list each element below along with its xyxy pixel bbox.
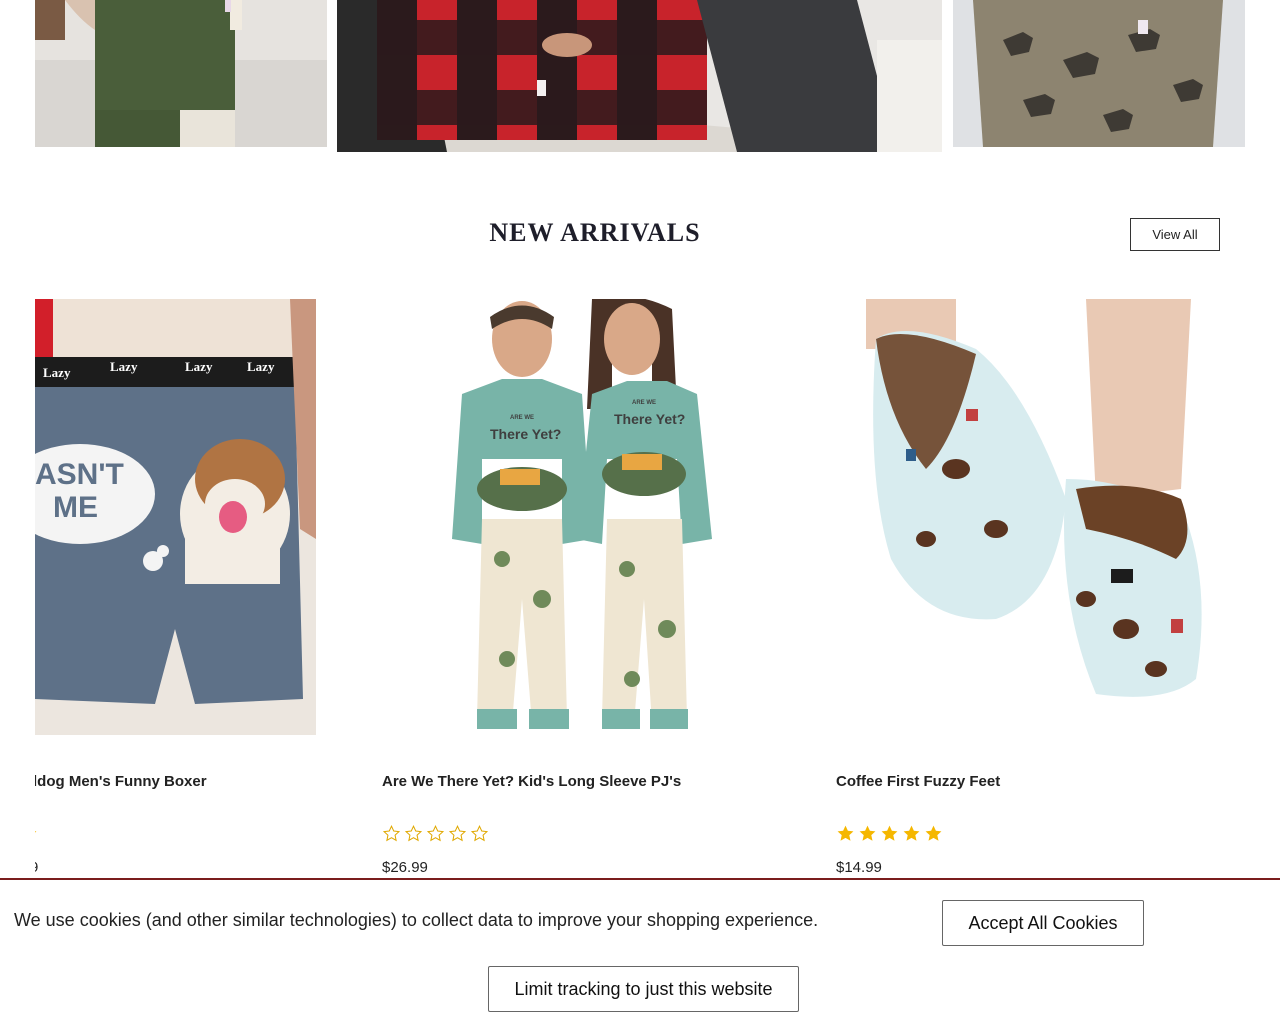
waistband-text: Lazy — [43, 365, 71, 380]
product-name[interactable]: Coffee First Fuzzy Feet — [836, 773, 1000, 790]
star-filled-icon — [903, 825, 920, 841]
product-info-clip: ldog Men's Funny Boxer 9 — [35, 773, 235, 883]
accept-all-cookies-button[interactable]: Accept All Cookies — [942, 900, 1144, 946]
cookie-banner: We use cookies (and other similar techno… — [0, 878, 1280, 1024]
section-title: NEW ARRIVALS — [489, 218, 701, 247]
pj-print-text: ARE WE — [632, 400, 656, 406]
star-filled-icon — [881, 825, 898, 841]
hero-image-green-onesie[interactable] — [35, 0, 327, 147]
waistband-text: Lazy — [185, 359, 213, 374]
pj-print-text: There Yet? — [490, 426, 561, 442]
boxer-print-text: ME — [53, 491, 98, 524]
star-empty-icon — [470, 824, 489, 842]
cookie-message: We use cookies (and other similar techno… — [14, 910, 819, 930]
pj-print-text: There Yet? — [614, 411, 685, 427]
product-card[interactable]: Lazy Lazy Lazy Lazy ASN'T ME ldog Men's … — [35, 299, 316, 876]
pj-print-text: ARE WE — [510, 415, 534, 421]
star-empty-icon — [404, 824, 423, 842]
product-price: 9 — [35, 859, 38, 876]
product-image[interactable] — [836, 299, 1246, 735]
rating-stars — [382, 824, 489, 843]
rating-stars — [836, 824, 943, 843]
star-filled-icon — [859, 825, 876, 841]
hero-image-moose-onesie[interactable] — [953, 0, 1245, 147]
product-image[interactable]: ARE WE There Yet? ARE WE There Yet? — [382, 299, 802, 735]
product-name[interactable]: ldog Men's Funny Boxer — [35, 773, 207, 790]
star-filled-icon — [925, 825, 942, 841]
waistband-text: Lazy — [247, 359, 275, 374]
limit-tracking-button[interactable]: Limit tracking to just this website — [488, 966, 799, 1012]
product-price: $26.99 — [382, 859, 428, 876]
star-empty-icon — [382, 824, 401, 842]
waistband-text: Lazy — [110, 359, 138, 374]
boxer-print-text: ASN'T — [35, 458, 124, 491]
hero-image-buffalo-plaid[interactable] — [337, 0, 942, 152]
product-card[interactable]: ARE WE There Yet? ARE WE There Yet? Are … — [382, 299, 802, 876]
view-all-button[interactable]: View All — [1130, 218, 1220, 251]
product-price: $14.99 — [836, 859, 882, 876]
star-empty-icon — [426, 824, 445, 842]
hero-image-strip — [35, 0, 1245, 152]
star-filled-icon — [837, 825, 854, 841]
star-filled-icon — [35, 831, 37, 833]
product-card[interactable]: Coffee First Fuzzy Feet $14.99 — [836, 299, 1246, 876]
rating-stars — [35, 824, 38, 843]
star-empty-icon — [448, 824, 467, 842]
product-name[interactable]: Are We There Yet? Kid's Long Sleeve PJ's — [382, 773, 681, 790]
product-image[interactable]: Lazy Lazy Lazy Lazy ASN'T ME — [35, 299, 316, 735]
page: NEW ARRIVALS View All Lazy Lazy Lazy Laz… — [0, 0, 1280, 1024]
